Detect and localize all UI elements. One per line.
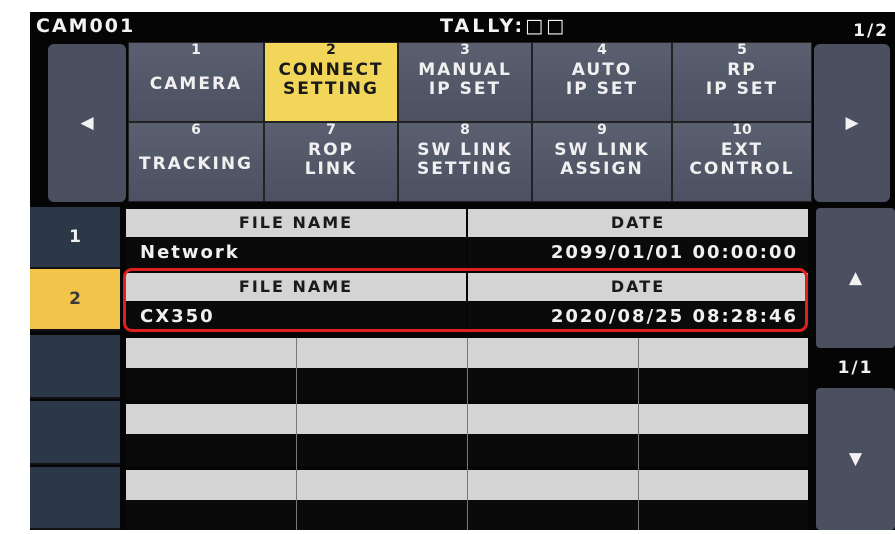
row-number: 1	[69, 227, 81, 247]
menu-label: ROP LINK	[304, 140, 358, 179]
file-name-header: FILE NAME	[126, 209, 466, 237]
menu-number: 6	[191, 122, 201, 138]
menu-number: 4	[597, 42, 607, 58]
column-divider	[638, 338, 639, 530]
list-row-number-1[interactable]: 1	[30, 207, 120, 269]
menu-number: 5	[737, 42, 747, 58]
menu-page-indicator: 1/2	[853, 21, 889, 41]
menu-label: RP IP SET	[705, 60, 779, 99]
menu-connect-setting[interactable]: 2 CONNECT SETTING	[264, 42, 398, 122]
tally-status: TALLY:□□	[440, 15, 568, 37]
menu-label: TRACKING	[139, 154, 253, 174]
menu-number: 9	[597, 122, 607, 138]
menu-label: CAMERA	[149, 74, 243, 94]
list-row-number-3[interactable]	[30, 335, 120, 399]
left-arrow-icon: ◀	[80, 113, 94, 133]
row-number: 2	[69, 289, 81, 309]
menu-ext-control[interactable]: 10 EXT CONTROL	[672, 122, 812, 202]
menu-number: 10	[732, 122, 752, 138]
menu-label: SW LINK SETTING	[417, 140, 513, 179]
list-page-indicator: 1/1	[837, 358, 874, 378]
camera-menu-screen: CAM001 TALLY:□□ 1/2 ◀ ▶ 1 CAMERA 2 CONNE…	[30, 12, 895, 530]
header-bar: CAM001 TALLY:□□ 1/2	[30, 12, 895, 41]
menu-rop-link[interactable]: 7 ROP LINK	[264, 122, 398, 202]
menu-number: 1	[191, 42, 201, 58]
menu-rp-ip-set[interactable]: 5 RP IP SET	[672, 42, 812, 122]
date-cell[interactable]: 2099/01/01 00:00:00	[468, 238, 808, 268]
menu-camera[interactable]: 1 CAMERA	[128, 42, 264, 122]
menu-number: 7	[326, 122, 336, 138]
menu-number: 3	[460, 42, 470, 58]
menu-auto-ip-set[interactable]: 4 AUTO IP SET	[532, 42, 672, 122]
right-arrow-icon: ▶	[845, 113, 859, 133]
list-row-number-5[interactable]	[30, 467, 120, 530]
menu-manual-ip-set[interactable]: 3 MANUAL IP SET	[398, 42, 532, 122]
menu-label: MANUAL IP SET	[418, 60, 512, 99]
menu-number: 2	[326, 42, 336, 58]
date-header: DATE	[468, 209, 808, 237]
menu-tracking[interactable]: 6 TRACKING	[128, 122, 264, 202]
camera-id: CAM001	[36, 15, 136, 37]
menu-label: EXT CONTROL	[689, 140, 795, 179]
column-divider	[296, 338, 297, 530]
menu-number: 8	[460, 122, 470, 138]
list-row-number-4[interactable]	[30, 401, 120, 465]
selected-row-highlight	[123, 268, 808, 332]
menu-next-button[interactable]: ▶	[814, 44, 890, 202]
scroll-up-button[interactable]: ▲	[816, 208, 895, 348]
menu-prev-button[interactable]: ◀	[48, 44, 126, 202]
menu-sw-link-assign[interactable]: 9 SW LINK ASSIGN	[532, 122, 672, 202]
menu-label: AUTO IP SET	[565, 60, 639, 99]
column-divider	[467, 338, 468, 530]
menu-label: CONNECT SETTING	[278, 60, 384, 99]
down-arrow-icon: ▼	[848, 449, 863, 469]
scroll-down-button[interactable]: ▼	[816, 388, 895, 530]
list-row-number-2[interactable]: 2	[30, 269, 120, 331]
file-name-cell[interactable]: Network	[126, 238, 466, 268]
menu-sw-link-setting[interactable]: 8 SW LINK SETTING	[398, 122, 532, 202]
menu-label: SW LINK ASSIGN	[554, 140, 650, 179]
up-arrow-icon: ▲	[848, 268, 863, 288]
